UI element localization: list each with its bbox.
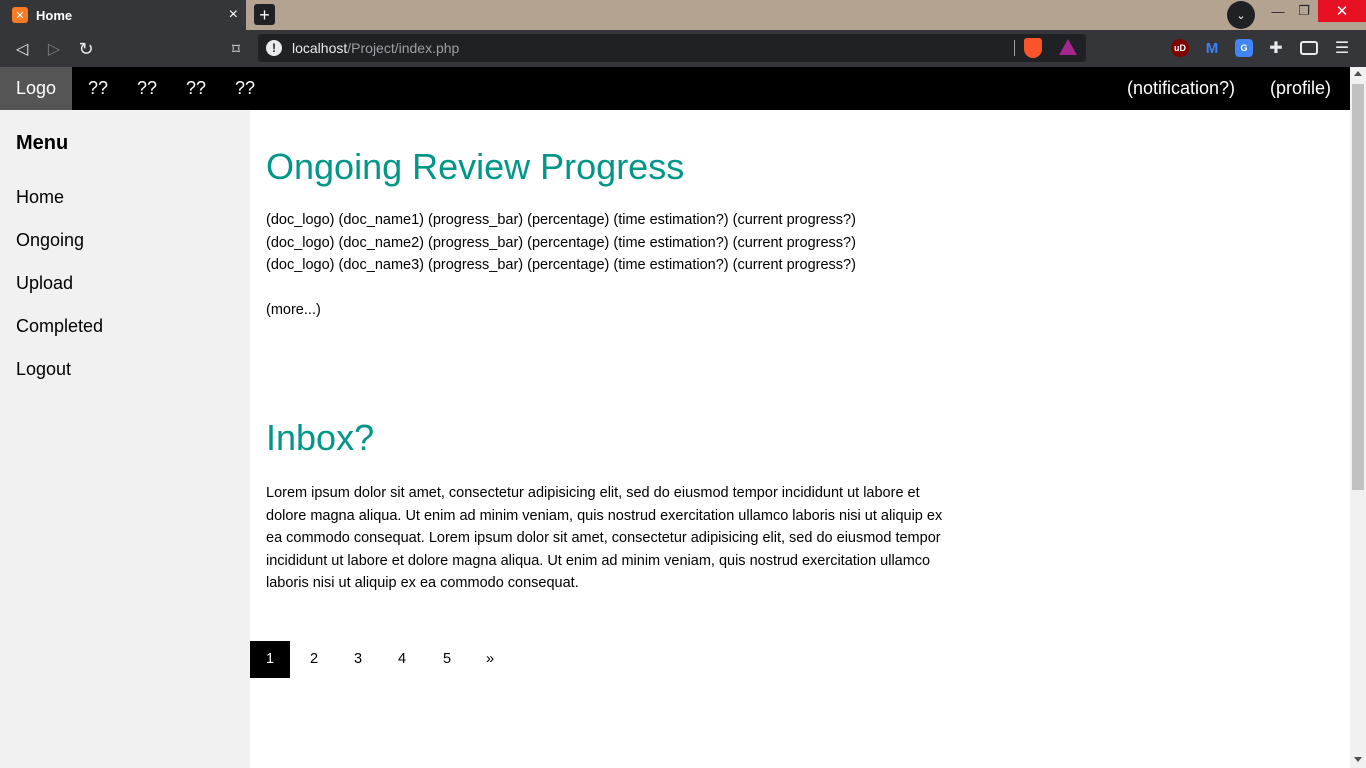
extensions-icon[interactable]: ✚ — [1267, 39, 1285, 57]
bookmark-icon[interactable]: ⌑ — [225, 38, 247, 60]
sidebar: Menu Home Ongoing Upload Completed Logou… — [0, 110, 250, 768]
xampp-favicon-icon: ✕ — [12, 7, 28, 23]
sidebar-item-upload[interactable]: Upload — [16, 273, 73, 294]
translate-icon[interactable]: G — [1235, 39, 1253, 57]
topnav-item-4[interactable]: ?? — [219, 67, 271, 110]
sidebar-item-completed[interactable]: Completed — [16, 316, 103, 337]
browser-tab-strip: ✕ Home × + ⌄ — ❐ ✕ — [0, 0, 1366, 30]
sidebar-item-ongoing[interactable]: Ongoing — [16, 230, 84, 251]
sidebar-heading: Menu — [16, 132, 69, 154]
review-progress-title: Ongoing Review Progress — [266, 146, 685, 187]
menu-icon[interactable]: ☰ — [1333, 39, 1351, 57]
top-navigation-bar: Logo ?? ?? ?? ?? (notification?) (profil… — [0, 67, 1350, 110]
browser-tab[interactable]: ✕ Home × — [0, 0, 246, 30]
vertical-scrollbar[interactable] — [1350, 67, 1366, 768]
page-viewport: Logo ?? ?? ?? ?? (notification?) (profil… — [0, 67, 1350, 768]
tab-title: Home — [36, 7, 73, 23]
window-minimize-button[interactable]: — — [1264, 0, 1292, 22]
inbox-title: Inbox? — [266, 417, 375, 458]
brave-shields-icon[interactable] — [1024, 38, 1042, 58]
m-extension-icon[interactable]: M — [1203, 39, 1221, 57]
next-page-button[interactable]: » — [470, 641, 510, 678]
brave-rewards-icon[interactable] — [1059, 39, 1077, 55]
address-bar-divider — [1014, 40, 1015, 56]
forward-icon[interactable]: ▷ — [43, 38, 65, 60]
url-host: localhost — [292, 40, 348, 56]
info-icon[interactable]: ! — [266, 40, 282, 56]
scroll-thumb[interactable] — [1352, 84, 1364, 490]
notification-link[interactable]: (notification?) — [1111, 67, 1251, 110]
back-icon[interactable]: ◁ — [11, 38, 33, 60]
logo-link[interactable]: Logo — [0, 67, 72, 110]
doc-progress-row: (doc_logo) (doc_name2) (progress_bar) (p… — [266, 235, 856, 251]
page-5-button[interactable]: 5 — [427, 641, 467, 678]
scroll-up-arrow-icon[interactable] — [1354, 71, 1362, 76]
tab-search-icon[interactable]: ⌄ — [1227, 1, 1255, 29]
page-3-button[interactable]: 3 — [338, 641, 378, 678]
doc-progress-row: (doc_logo) (doc_name1) (progress_bar) (p… — [266, 212, 856, 228]
page-4-button[interactable]: 4 — [382, 641, 422, 678]
url-text[interactable]: localhost/Project/index.php — [292, 40, 459, 56]
topnav-item-1[interactable]: ?? — [72, 67, 124, 110]
wallet-icon[interactable] — [1300, 41, 1318, 55]
page-1-button[interactable]: 1 — [250, 641, 290, 678]
tab-close-icon[interactable]: × — [229, 6, 238, 24]
reload-icon[interactable]: ↻ — [75, 38, 97, 60]
doc-progress-row: (doc_logo) (doc_name3) (progress_bar) (p… — [266, 257, 856, 273]
page-2-button[interactable]: 2 — [294, 641, 334, 678]
more-link[interactable]: (more...) — [266, 302, 321, 318]
sidebar-item-home[interactable]: Home — [16, 187, 64, 208]
profile-link[interactable]: (profile) — [1254, 67, 1347, 110]
new-tab-button[interactable]: + — [254, 4, 275, 25]
url-path: /Project/index.php — [347, 40, 460, 56]
inbox-text: Lorem ipsum dolor sit amet, consectetur … — [266, 485, 943, 591]
window-close-button[interactable]: ✕ — [1318, 0, 1366, 22]
topnav-item-2[interactable]: ?? — [121, 67, 173, 110]
topnav-item-3[interactable]: ?? — [170, 67, 222, 110]
ublock-icon[interactable]: uD — [1171, 39, 1189, 57]
scroll-down-arrow-icon[interactable] — [1354, 757, 1362, 762]
sidebar-item-logout[interactable]: Logout — [16, 359, 71, 380]
address-bar[interactable]: ! localhost/Project/index.php — [258, 34, 1086, 62]
window-restore-button[interactable]: ❐ — [1290, 0, 1318, 22]
